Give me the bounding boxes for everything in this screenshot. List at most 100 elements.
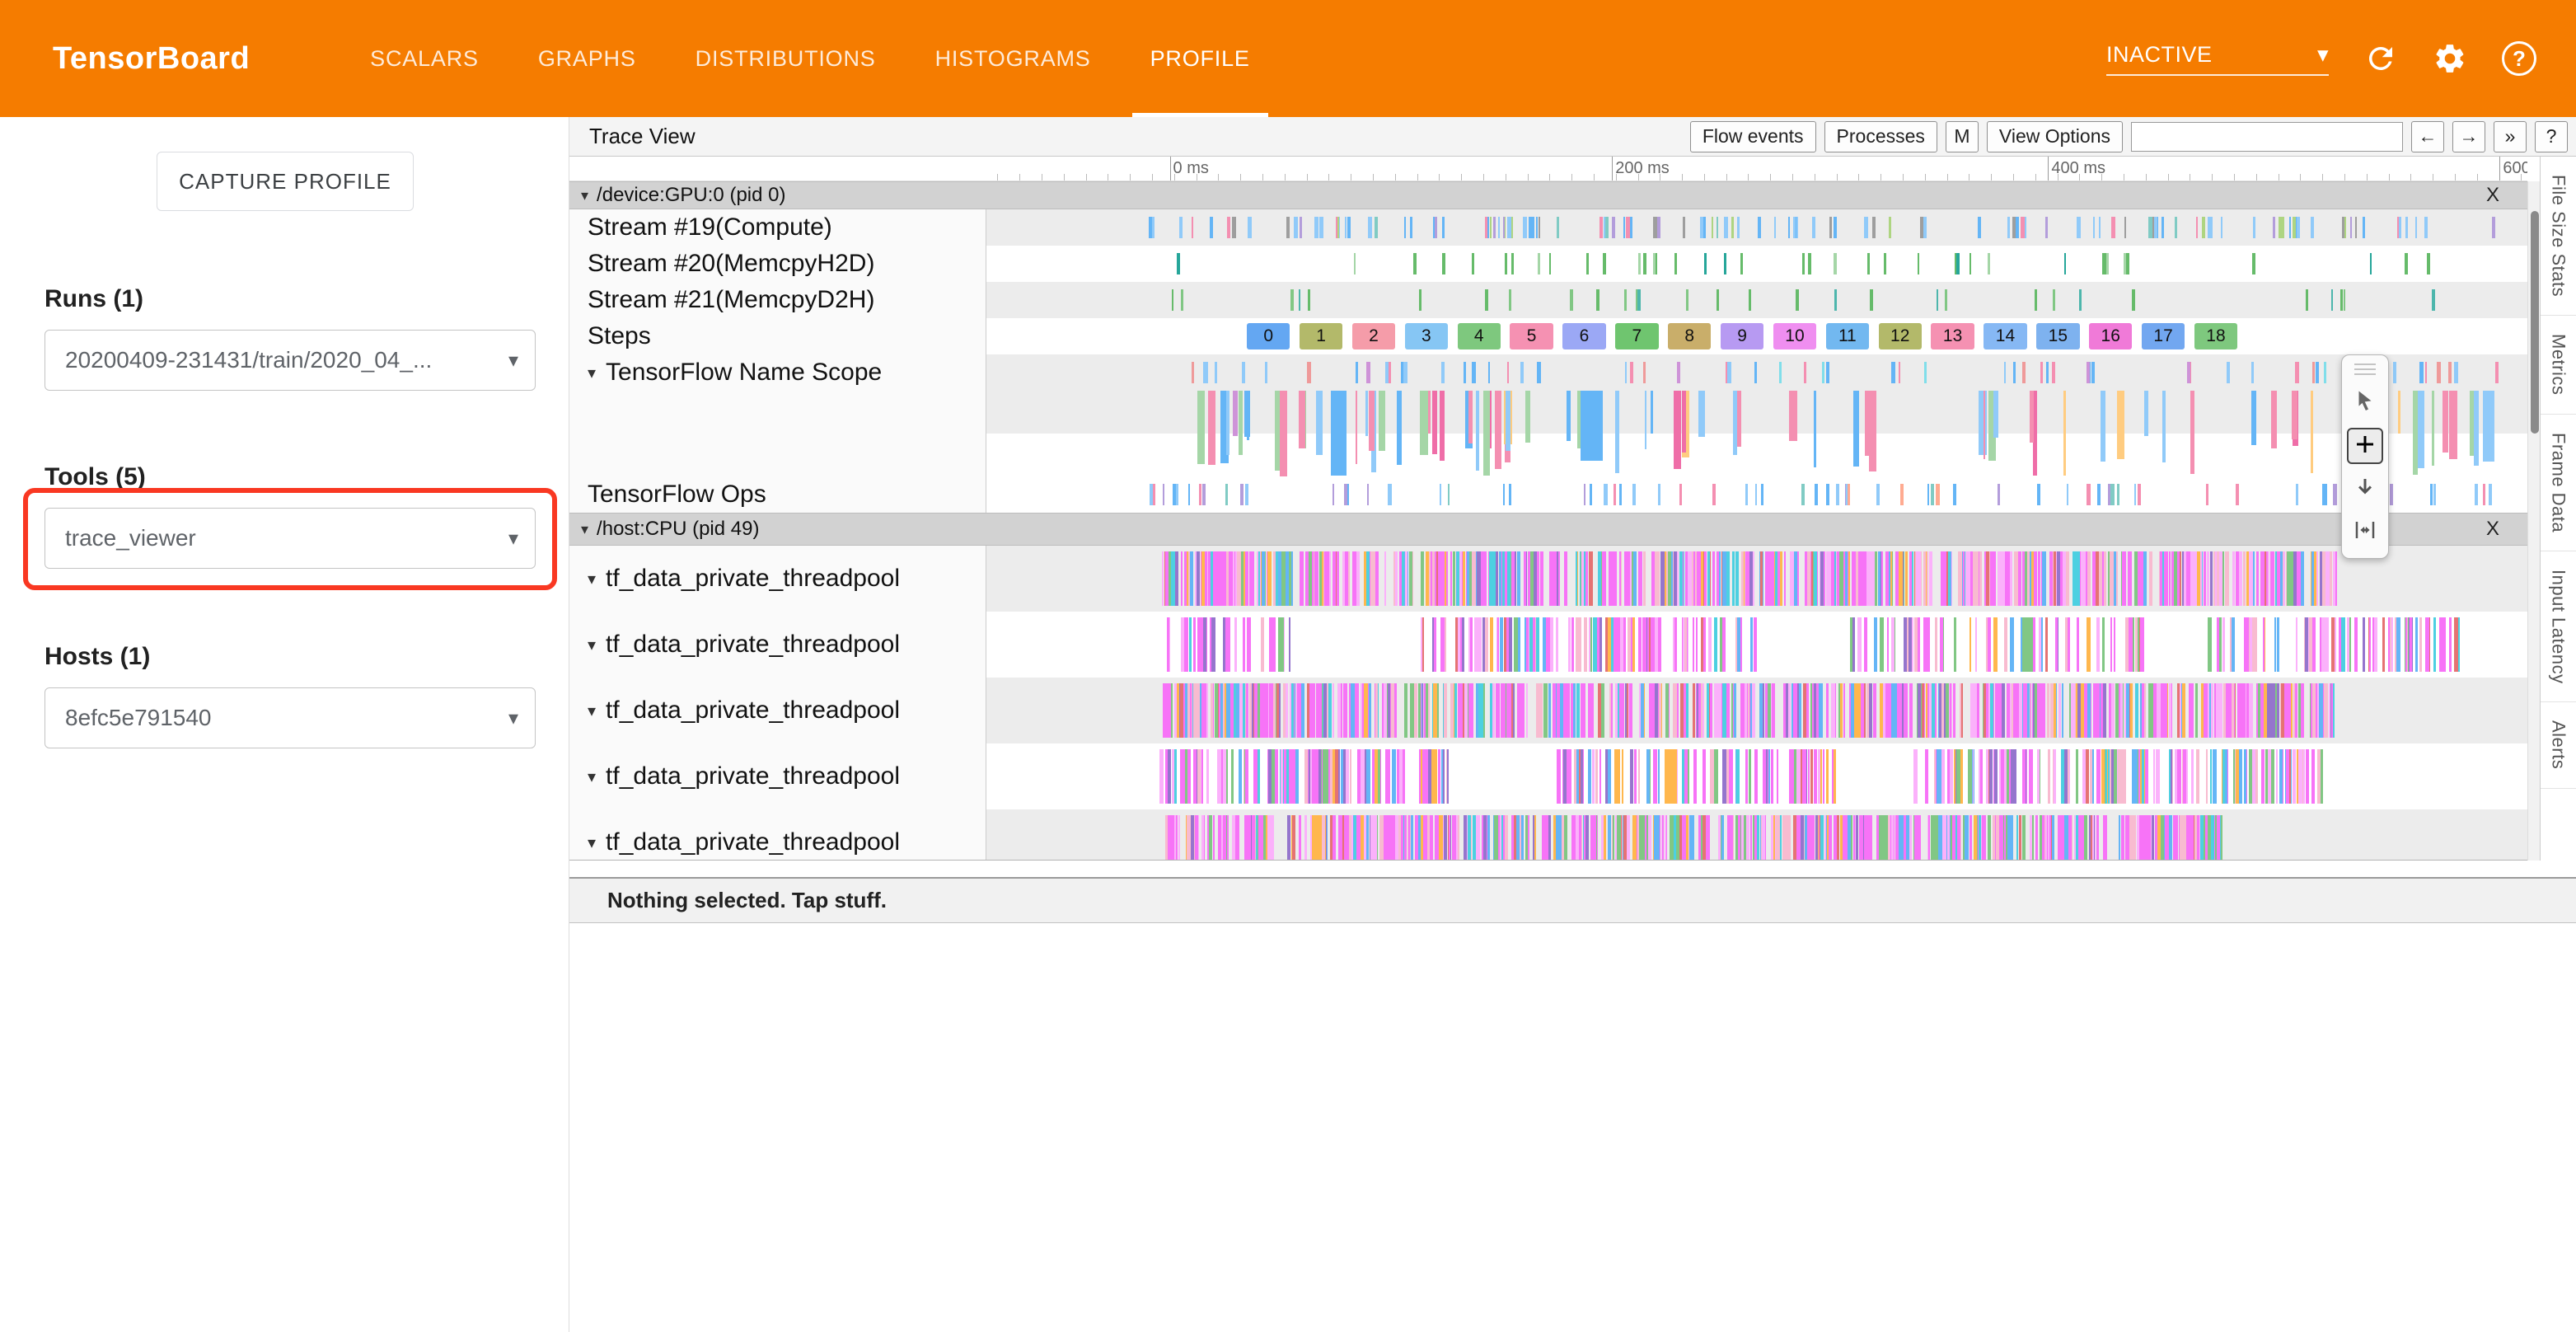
step-block[interactable]: 13 [1931, 323, 1974, 349]
trace-track[interactable] [986, 391, 2527, 476]
step-block[interactable]: 8 [1668, 323, 1711, 349]
step-block[interactable]: 7 [1615, 323, 1658, 349]
chevron-down-icon: ▾ [588, 832, 596, 853]
step-block[interactable]: 12 [1879, 323, 1922, 349]
tab-profile[interactable]: PROFILE [1121, 0, 1280, 117]
step-block[interactable]: 3 [1405, 323, 1448, 349]
trace-track[interactable] [986, 743, 2527, 809]
help-icon[interactable]: ? [2502, 41, 2536, 76]
tab-scalars[interactable]: SCALARS [340, 0, 508, 117]
tab-frame-data[interactable]: Frame Data [2541, 415, 2576, 551]
tab-file-size-stats[interactable]: File Size Stats [2541, 157, 2576, 316]
trace-track[interactable] [986, 209, 2527, 246]
trace-track[interactable] [986, 678, 2527, 743]
gpu-section-header[interactable]: ▾ /device:GPU:0 (pid 0) X [569, 181, 2527, 209]
trace-search-input[interactable] [2131, 122, 2403, 152]
step-block[interactable]: 16 [2089, 323, 2132, 349]
settings-gear-icon[interactable] [2433, 41, 2467, 76]
skip-button[interactable]: » [2494, 121, 2527, 152]
step-block[interactable]: 11 [1826, 323, 1869, 349]
row-label[interactable]: ▾ tf_data_private_threadpool [569, 743, 986, 809]
back-button[interactable]: ← [2411, 121, 2444, 152]
step-block[interactable]: 14 [1984, 323, 2026, 349]
trace-track[interactable] [986, 282, 2527, 318]
ruler-label: 200 ms [1615, 159, 1670, 178]
step-block[interactable]: 17 [2142, 323, 2185, 349]
row-label[interactable]: Stream #21(MemcpyD2H) [569, 282, 986, 318]
cursor-arrow-icon [2353, 389, 2377, 418]
chevron-down-icon: ▾ [2317, 42, 2329, 68]
step-block[interactable]: 10 [1773, 323, 1816, 349]
step-block[interactable]: 5 [1510, 323, 1553, 349]
capture-profile-button[interactable]: CAPTURE PROFILE [157, 152, 414, 211]
trace-track[interactable] [986, 546, 2527, 612]
row-label[interactable]: Steps [569, 318, 986, 354]
step-block[interactable]: 2 [1352, 323, 1395, 349]
pan-tool-button[interactable] [2347, 428, 2383, 464]
timeline-ruler: 0 ms200 ms400 ms600 [569, 157, 2527, 181]
close-icon[interactable]: X [2486, 518, 2499, 541]
m-button[interactable]: M [1946, 121, 1979, 152]
row-label[interactable]: ▾ TensorFlow Name Scope [569, 354, 986, 391]
trace-track[interactable] [986, 246, 2527, 282]
close-icon[interactable]: X [2486, 184, 2499, 207]
flow-events-button[interactable]: Flow events [1690, 121, 1816, 152]
tab-graphs[interactable]: GRAPHS [508, 0, 666, 117]
tab-histograms[interactable]: HISTOGRAMS [906, 0, 1121, 117]
palette-drag-handle[interactable] [2354, 362, 2376, 378]
processes-button[interactable]: Processes [1824, 121, 1937, 152]
cpu-section-header[interactable]: ▾ /host:CPU (pid 49) X [569, 513, 2527, 546]
hosts-dropdown[interactable]: 8efc5e791540 ▾ [44, 687, 536, 748]
steps-track[interactable]: 0123456789101112131415161718 [986, 318, 2527, 354]
step-block[interactable]: 18 [2194, 323, 2237, 349]
trace-help-button[interactable]: ? [2535, 121, 2568, 152]
detail-bar: Nothing selected. Tap stuff. [569, 877, 2576, 923]
tab-alerts[interactable]: Alerts [2541, 702, 2576, 788]
tab-distributions[interactable]: DISTRIBUTIONS [666, 0, 906, 117]
runs-dropdown[interactable]: 20200409-231431/train/2020_04_... ▾ [44, 330, 536, 391]
chevron-down-icon: ▾ [581, 521, 588, 538]
forward-button[interactable]: → [2452, 121, 2485, 152]
runs-value: 20200409-231431/train/2020_04_... [65, 347, 432, 373]
row-label[interactable]: Stream #19(Compute) [569, 209, 986, 246]
select-tool-button[interactable] [2347, 385, 2383, 421]
trace-track[interactable] [986, 476, 2527, 513]
vertical-scrollbar[interactable] [2527, 181, 2541, 861]
step-block[interactable]: 6 [1562, 323, 1605, 349]
refresh-icon[interactable] [2363, 41, 2398, 76]
row-label-text: tf_data_private_threadpool [606, 762, 900, 790]
runs-label: Runs (1) [44, 285, 143, 313]
zoom-tool-button[interactable] [2347, 471, 2383, 507]
row-label[interactable]: ▾ tf_data_private_threadpool [569, 678, 986, 743]
step-block[interactable]: 15 [2036, 323, 2079, 349]
header-actions: INACTIVE ▾ ? [2106, 41, 2536, 76]
trace-track[interactable] [986, 612, 2527, 678]
step-block[interactable]: 4 [1458, 323, 1501, 349]
step-block[interactable]: 9 [1721, 323, 1763, 349]
row-label[interactable]: Stream #20(MemcpyH2D) [569, 246, 986, 282]
step-block[interactable]: 1 [1300, 323, 1342, 349]
row-label[interactable]: ▾ tf_data_private_threadpool [569, 546, 986, 612]
tab-input-latency[interactable]: Input Latency [2541, 551, 2576, 703]
row-label[interactable]: ▾ tf_data_private_threadpool [569, 809, 986, 861]
step-block[interactable]: 0 [1247, 323, 1290, 349]
trace-rows-viewport[interactable]: ▾ /device:GPU:0 (pid 0) X Stream #19(Com… [569, 181, 2527, 861]
view-options-button[interactable]: View Options [1987, 121, 2123, 152]
ruler-track: 0 ms200 ms400 ms600 [986, 157, 2527, 181]
timing-tool-button[interactable] [2347, 514, 2383, 550]
trace-row-threadpool-4: ▾ tf_data_private_threadpool [569, 743, 2527, 809]
scrollbar-thumb[interactable] [2531, 211, 2539, 434]
trace-track[interactable] [986, 809, 2527, 861]
pan-cross-icon [2353, 432, 2377, 461]
trace-row-stream20: Stream #20(MemcpyH2D) [569, 246, 2527, 282]
status-dropdown[interactable]: INACTIVE ▾ [2106, 42, 2329, 76]
row-label[interactable]: TensorFlow Ops [569, 476, 986, 513]
tools-dropdown[interactable]: trace_viewer ▾ [44, 508, 536, 569]
row-label-text: tf_data_private_threadpool [606, 696, 900, 725]
tools-value: trace_viewer [65, 525, 196, 551]
tab-metrics[interactable]: Metrics [2541, 316, 2576, 414]
row-label[interactable]: ▾ tf_data_private_threadpool [569, 612, 986, 678]
trace-track[interactable] [986, 354, 2527, 391]
chevron-down-icon: ▾ [588, 363, 596, 383]
app-header: TensorBoard SCALARS GRAPHS DISTRIBUTIONS… [0, 0, 2576, 117]
